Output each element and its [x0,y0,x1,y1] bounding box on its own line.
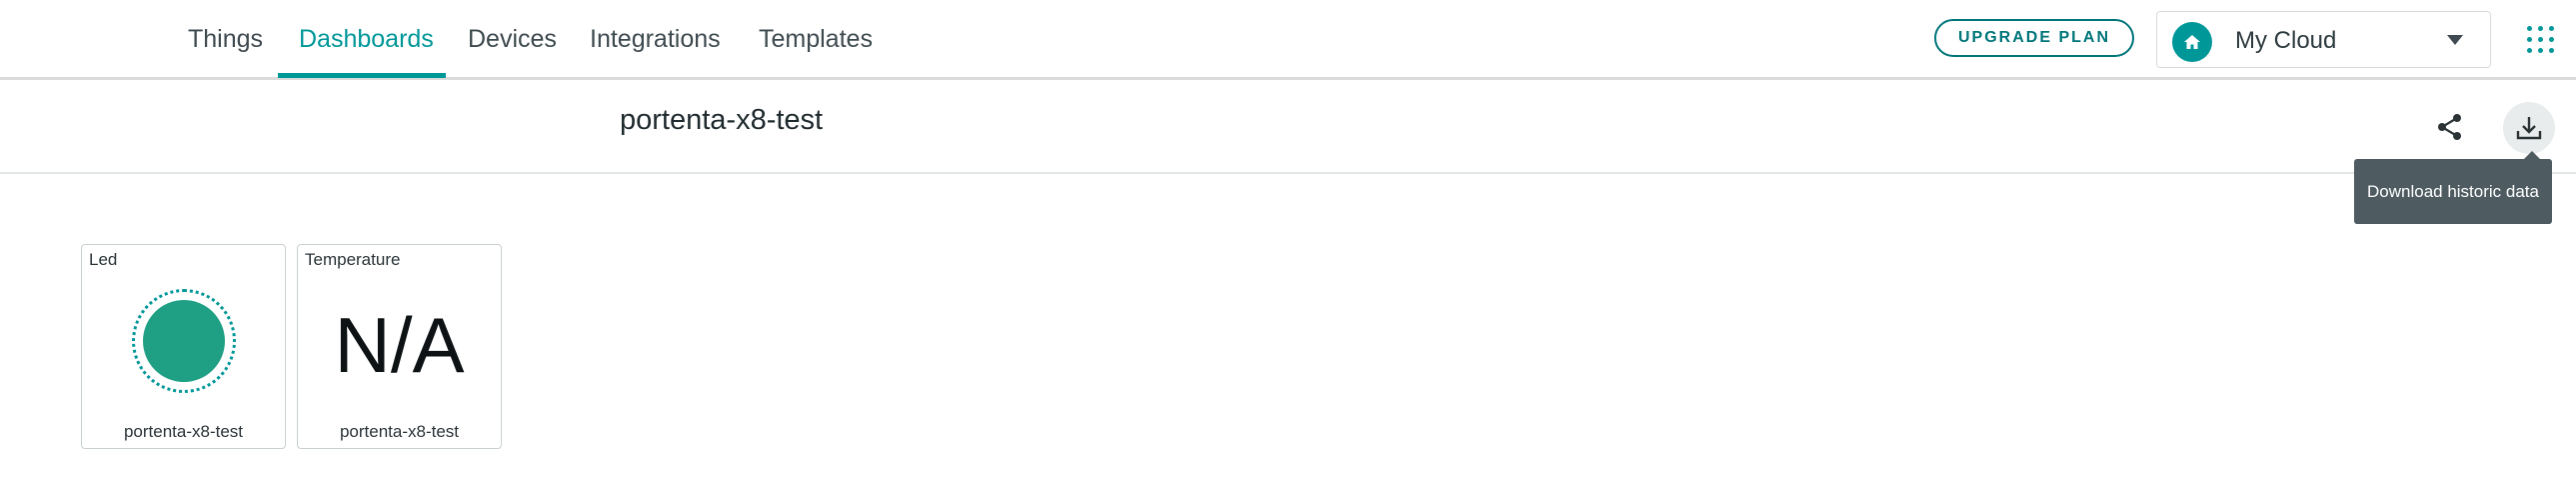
dashboard-title[interactable]: portenta-x8-test [620,104,823,137]
chevron-down-icon [2447,35,2463,45]
active-tab-indicator [278,73,446,78]
download-tooltip: Download historic data [2354,151,2552,224]
tab-integrations[interactable]: Integrations [590,0,721,78]
download-historic-data-button[interactable] [2503,102,2555,154]
widget-thing-name: portenta-x8-test [123,422,244,441]
upgrade-plan-button[interactable]: UPGRADE PLAN [1934,19,2134,57]
top-nav-bar: Things Dashboards Devices Integrations T… [0,0,2576,80]
tab-templates[interactable]: Templates [759,0,873,78]
widget-thing-name: portenta-x8-test [339,422,460,441]
tab-things[interactable]: Things [188,0,263,78]
cloud-selector[interactable]: My Cloud [2156,11,2491,68]
home-icon [2172,22,2212,62]
tab-devices[interactable]: Devices [468,0,557,78]
led-widget[interactable]: Led portenta-x8-test [81,244,286,449]
led-indicator [143,300,225,382]
temperature-value: N/A [334,301,465,389]
share-button[interactable] [2427,104,2473,150]
temperature-widget[interactable]: Temperature N/A portenta-x8-test [297,244,502,449]
dashboard-header: portenta-x8-test [0,80,2576,174]
download-icon [2516,117,2542,140]
cloud-selector-label: My Cloud [2235,27,2337,54]
widget-title: Led [89,250,118,269]
tab-dashboards[interactable]: Dashboards [299,0,434,78]
share-icon [2438,114,2461,140]
apps-grid-icon[interactable] [2527,26,2555,54]
widget-title: Temperature [305,250,401,269]
